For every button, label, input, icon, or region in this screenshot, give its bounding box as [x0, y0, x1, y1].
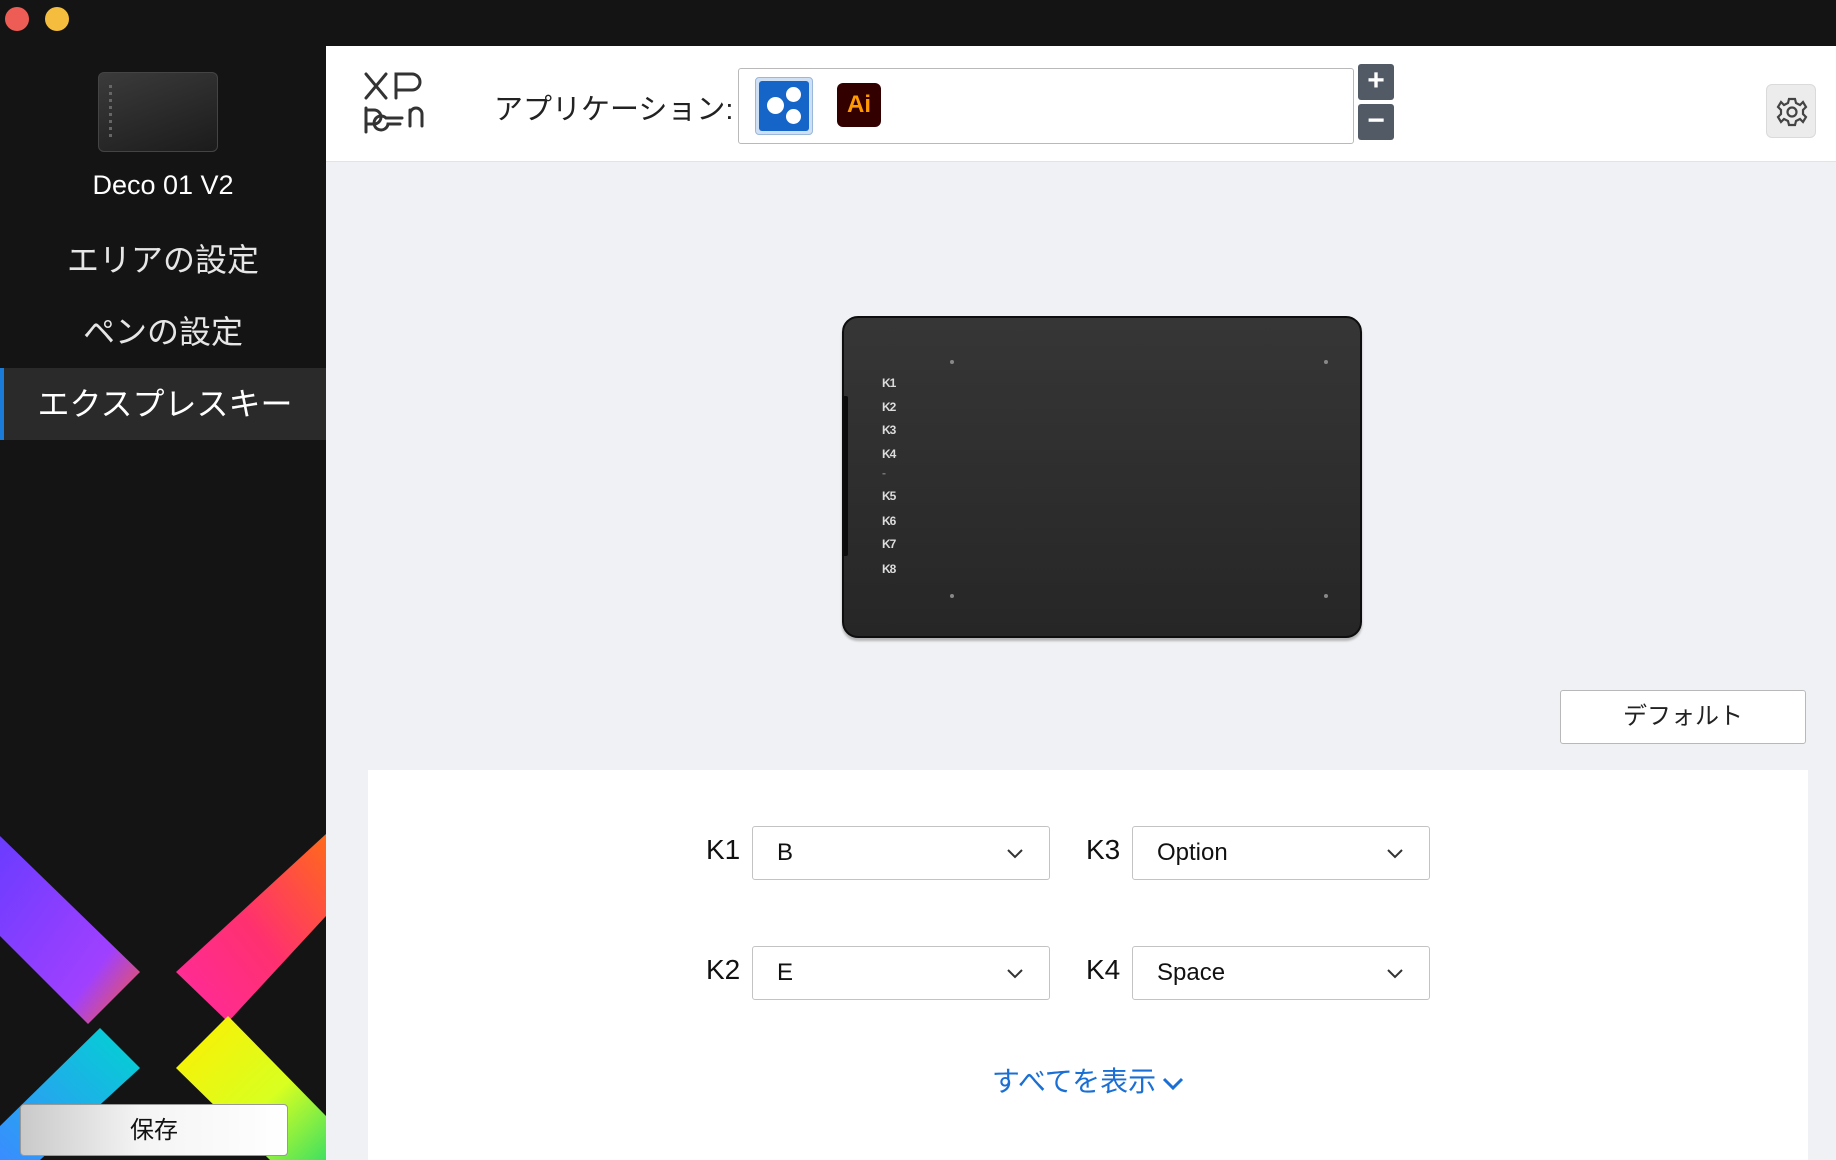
chevron-down-icon: [1387, 849, 1403, 859]
close-window-button[interactable]: [5, 7, 29, 31]
sidebar-item-express-keys[interactable]: エクスプレスキー: [0, 368, 326, 440]
minimize-window-button[interactable]: [45, 7, 69, 31]
show-all-label: すべてを表示: [991, 1066, 1157, 1097]
tablet-key-label[interactable]: K8: [882, 562, 896, 576]
tablet-key-label[interactable]: K6: [882, 514, 896, 528]
k3-value: Option: [1157, 839, 1228, 866]
chevron-down-icon: [1007, 849, 1023, 859]
tablet-key-label[interactable]: K3: [882, 423, 896, 437]
tablet-key-label[interactable]: K2: [882, 400, 896, 414]
k4-dropdown[interactable]: Space: [1132, 946, 1430, 1000]
device-thumbnail: [98, 72, 218, 152]
add-application-button[interactable]: +: [1358, 64, 1394, 100]
illustrator-icon[interactable]: Ai: [837, 83, 881, 127]
k1-label: K1: [706, 834, 741, 865]
device-name: Deco 01 V2: [92, 170, 234, 200]
k3-dropdown[interactable]: Option: [1132, 826, 1430, 880]
tablet-key-label[interactable]: K7: [882, 537, 896, 551]
sidebar-item-area-settings[interactable]: エリアの設定: [0, 224, 326, 296]
tablet-illustration: K1 K2 K3 K4 - K5 K6 K7 K8: [842, 316, 1362, 638]
tablet-key-label[interactable]: K5: [882, 489, 896, 503]
k4-value: Space: [1157, 959, 1226, 986]
gear-icon: [1776, 97, 1808, 127]
k2-label: K2: [706, 954, 741, 985]
k2-dropdown[interactable]: E: [752, 946, 1050, 1000]
xppen-logo: [364, 72, 424, 134]
header: アプリケーション: Ai + −: [326, 46, 1836, 162]
k4-label: K4: [1086, 954, 1121, 985]
k2-value: E: [777, 959, 794, 986]
key-settings-panel: K1 B K2 E K3 Option K4 Space すべてを表示: [368, 770, 1808, 1160]
sidebar-item-pen-settings[interactable]: ペンの設定: [0, 296, 326, 368]
main-panel: アプリケーション: Ai + − K1 K2 K3 K4 - K5 K6 K7 …: [326, 46, 1836, 1160]
settings-button[interactable]: [1766, 84, 1816, 138]
app-window: Deco 01 V2 エリアの設定 ペンの設定 エクスプレスキー 保存 アプリケ…: [0, 0, 1836, 1160]
k1-value: B: [777, 839, 794, 866]
tablet-key-label[interactable]: K4: [882, 447, 896, 461]
sidebar: Deco 01 V2 エリアの設定 ペンの設定 エクスプレスキー 保存: [0, 46, 326, 1160]
remove-application-button[interactable]: −: [1358, 104, 1394, 140]
all-apps-icon[interactable]: [755, 77, 813, 135]
chevron-down-icon: [1387, 969, 1403, 979]
application-label: アプリケーション:: [494, 94, 734, 126]
show-all-link[interactable]: すべてを表示: [368, 1060, 1808, 1100]
tablet-key-label[interactable]: K1: [882, 376, 896, 390]
default-button[interactable]: デフォルト: [1560, 690, 1806, 744]
k1-dropdown[interactable]: B: [752, 826, 1050, 880]
save-button[interactable]: 保存: [20, 1104, 288, 1156]
k3-label: K3: [1086, 834, 1121, 865]
application-list: Ai: [738, 68, 1354, 144]
tablet-key-divider: -: [882, 466, 886, 480]
chevron-down-icon: [1163, 1077, 1184, 1090]
title-bar: [0, 0, 1836, 46]
chevron-down-icon: [1007, 969, 1023, 979]
